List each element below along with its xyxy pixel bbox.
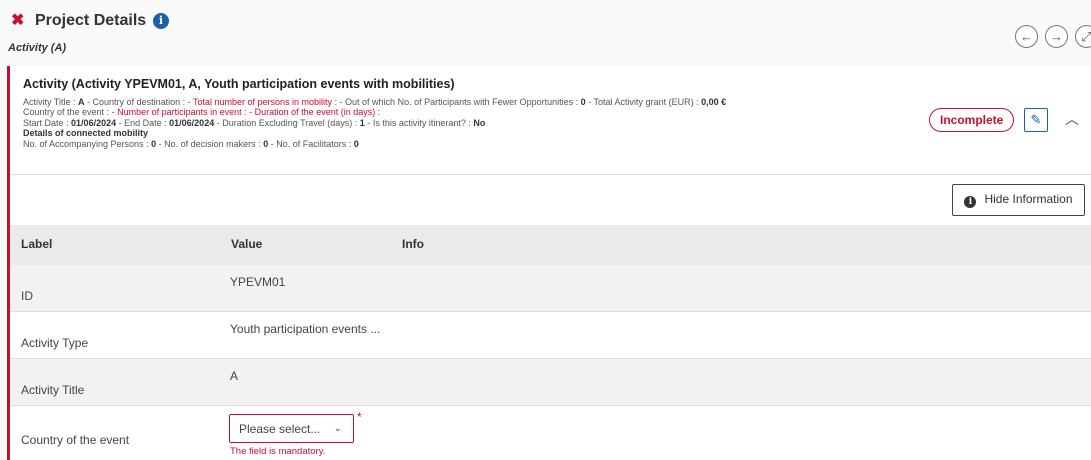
chevron-up-icon[interactable]: ︿ [1064,111,1080,127]
activity-panel: Activity (Activity YPEVM01, A, Youth par… [7,66,1091,460]
page-subtitle: Activity (A) [8,42,67,54]
summary-line-5: No. of Accompanying Persons : 0 - No. of… [23,138,359,149]
info-icon[interactable]: i [153,13,169,29]
hide-information-button[interactable]: i Hide Information [952,184,1085,216]
table-row: Activity Type Youth participation events… [10,312,1091,359]
row-label: Country of the event [21,433,130,447]
table-row: ID YPEVM01 [10,265,1091,312]
table-row: Activity Title A [10,359,1091,406]
expand-icon[interactable]: ⤢ [1075,25,1091,48]
activity-summary-header[interactable]: Activity (Activity YPEVM01, A, Youth par… [10,66,1091,174]
column-header-value: Value [231,237,263,251]
chevron-down-icon: ⌄ [333,423,342,434]
hide-information-label: Hide Information [984,192,1073,206]
table-header: Label Value Info [10,225,1091,265]
divider [10,174,1091,175]
country-select[interactable]: Please select... ⌄ [229,414,354,443]
row-label: Activity Type [21,336,89,350]
activity-title: Activity (Activity YPEVM01, A, Youth par… [23,77,455,91]
summary-subheading: Details of connected mobility [23,128,149,139]
info-icon: i [964,196,977,208]
row-value: YPEVM01 [230,275,286,289]
row-value: A [230,369,239,383]
table-row: Country of the event Please select... ⌄ … [10,406,1091,460]
select-placeholder: Please select... [239,422,321,436]
status-badge: Incomplete [929,108,1015,132]
column-header-label: Label [21,237,53,251]
summary-line-2: Country of the event : - Number of parti… [23,107,381,118]
page-header: ✖ Project Details i Activity (A) ← → ⤢ [0,0,1091,64]
row-label: Activity Title [21,383,85,397]
row-label: ID [21,289,33,303]
summary-line-1: Activity Title : A - Country of destinat… [23,97,727,107]
page-title: Project Details [35,12,147,29]
required-marker: * [357,410,362,424]
row-value: Youth participation events ... [230,322,381,336]
edit-pencil-icon[interactable]: ✎ [1024,108,1048,132]
next-arrow-icon[interactable]: → [1045,25,1068,48]
validation-error: The field is mandatory. [230,446,326,457]
close-icon[interactable]: ✖ [11,12,24,30]
summary-line-3: Start Date : 01/06/2024 - End Date : 01/… [23,117,486,128]
activity-summary: Activity Title : A - Country of destinat… [23,97,903,149]
previous-arrow-icon[interactable]: ← [1015,25,1038,48]
column-header-info: Info [402,237,424,251]
